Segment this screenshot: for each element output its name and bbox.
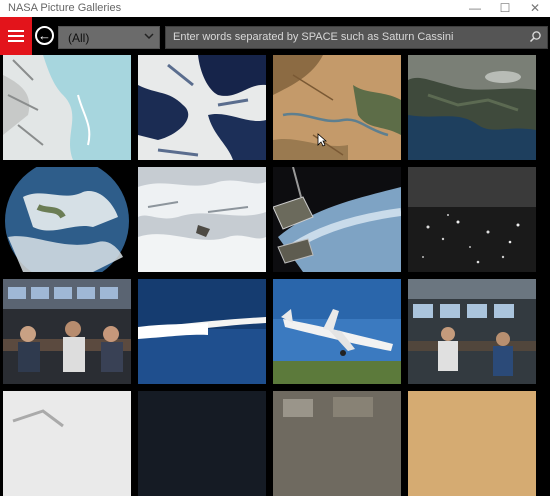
- maximize-icon[interactable]: ☐: [490, 0, 520, 17]
- gallery-image-partial-1[interactable]: [3, 391, 131, 496]
- gallery-image-earth-disk[interactable]: [3, 167, 131, 272]
- gallery-image-control-room[interactable]: [408, 279, 536, 384]
- gallery-image-space-station[interactable]: [273, 167, 401, 272]
- gallery-image-rocket-plume[interactable]: [138, 279, 266, 384]
- close-icon[interactable]: ✕: [520, 0, 550, 17]
- gallery-image-coastline[interactable]: [408, 55, 536, 160]
- gallery-image-snow-islands[interactable]: [138, 55, 266, 160]
- hamburger-menu-button[interactable]: [0, 17, 32, 55]
- gallery-image-partial-4[interactable]: [408, 391, 536, 496]
- category-dropdown[interactable]: (All): [58, 26, 160, 49]
- gallery-image-partial-2[interactable]: [138, 391, 266, 496]
- search-placeholder: Enter words separated by SPACE such as S…: [173, 31, 454, 43]
- gallery-image-ice-sheet[interactable]: [3, 55, 131, 160]
- search-icon[interactable]: [529, 30, 542, 43]
- gallery-image-partial-3[interactable]: [273, 391, 401, 496]
- category-selected-value: (All): [68, 31, 90, 45]
- mouse-cursor-icon: [317, 133, 327, 147]
- toolbar: ← (All) Enter words separated by SPACE s…: [0, 17, 550, 55]
- minimize-icon[interactable]: —: [460, 0, 490, 17]
- gallery-image-mission-control[interactable]: [3, 279, 131, 384]
- gallery-image-night-lights[interactable]: [408, 167, 536, 272]
- image-gallery-grid: [0, 55, 550, 496]
- gallery-image-desert-canyons[interactable]: [273, 55, 401, 160]
- gallery-image-airliner-takeoff[interactable]: [273, 279, 401, 384]
- search-input[interactable]: Enter words separated by SPACE such as S…: [165, 26, 548, 49]
- gallery-image-clouds-orbit[interactable]: [138, 167, 266, 272]
- chevron-down-icon: [144, 33, 154, 40]
- window-title: NASA Picture Galleries: [8, 2, 122, 14]
- back-arrow-icon[interactable]: ←: [35, 26, 54, 45]
- window-title-bar: NASA Picture Galleries — ☐ ✕: [0, 0, 550, 17]
